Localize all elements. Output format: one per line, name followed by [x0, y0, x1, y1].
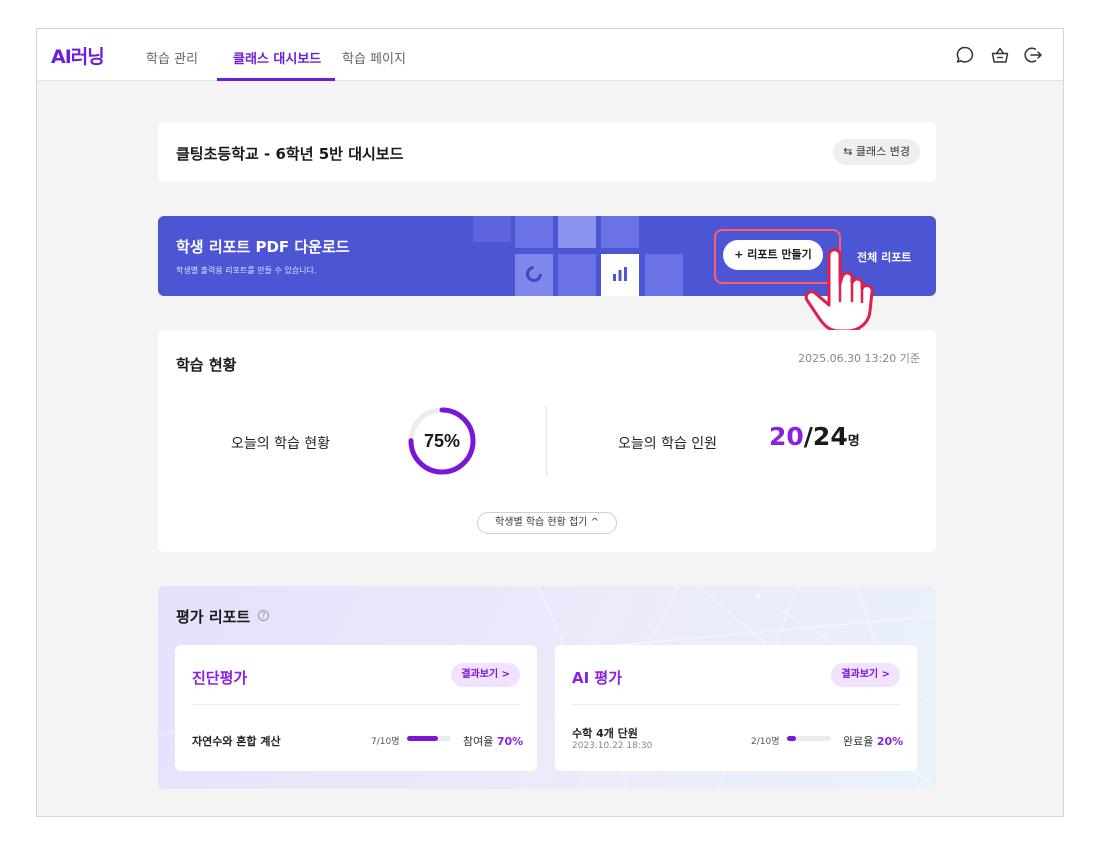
today-study-label: 오늘의 학습 현황	[231, 436, 331, 452]
top-nav: AI러닝 학습 관리 클래스 대시보드 학습 페이지	[37, 29, 1063, 81]
status-timestamp: 2025.06.30 13:20 기준	[798, 352, 920, 365]
ai-eval-card: AI 평가 결과보기 > 수학 4개 단원 2023.10.22 18:30 2…	[555, 645, 917, 771]
decor-tile	[558, 216, 596, 248]
decor-tile	[515, 216, 553, 248]
rate-value: 70%	[496, 735, 524, 748]
today-people-label: 오늘의 학습 인원	[618, 436, 718, 452]
card-divider	[192, 704, 520, 705]
participation-fraction: 7/10명	[371, 737, 400, 747]
completion-bar-fill	[787, 736, 796, 741]
decor-tile	[645, 254, 683, 296]
tab-class-dashboard[interactable]: 클래스 대시보드	[233, 48, 321, 67]
logo[interactable]: AI러닝	[51, 42, 105, 69]
chat-icon[interactable]	[954, 44, 976, 66]
class-change-button[interactable]: ⇆ 클래스 변경	[833, 139, 920, 165]
evaluation-report-title: 평가 리포트	[176, 608, 251, 626]
rate-label: 참여율	[463, 735, 494, 748]
people-unit: 명	[847, 434, 860, 449]
study-status-card: 학습 현황 2025.06.30 13:20 기준 오늘의 학습 현황 75% …	[158, 330, 936, 552]
eval-item-date: 2023.10.22 18:30	[572, 741, 653, 751]
view-result-button[interactable]: 결과보기 >	[451, 663, 520, 687]
people-current: 20	[769, 422, 804, 451]
participation-bar	[407, 736, 451, 741]
stat-divider	[546, 406, 547, 476]
decor-tile	[473, 216, 511, 242]
tab-study-management[interactable]: 학습 관리	[146, 48, 198, 67]
banner-subtitle: 학생별 출력용 리포트를 만들 수 있습니다.	[176, 266, 317, 275]
completion-bar	[787, 736, 831, 741]
card-divider	[572, 704, 900, 705]
people-total: /24	[803, 422, 848, 451]
people-count: 20/24명	[769, 422, 860, 451]
rate-label: 완료율	[843, 735, 874, 748]
progress-ring: 75%	[408, 407, 476, 475]
logout-icon[interactable]	[1022, 44, 1044, 66]
school-header-card: 클팅초등학교 - 6학년 5반 대시보드 ⇆ 클래스 변경	[158, 122, 936, 182]
eval-item-label: 자연수와 혼합 계산	[192, 735, 281, 748]
bar-chart-icon	[613, 267, 627, 281]
tab-study-page[interactable]: 학습 페이지	[342, 48, 406, 67]
eval-card-title: 진단평가	[192, 669, 248, 687]
collapse-student-status-button[interactable]: 학생별 학습 현황 접기 ^	[477, 512, 617, 534]
donut-chart-icon	[526, 266, 542, 282]
help-icon[interactable]: ?	[258, 610, 269, 621]
eval-card-title: AI 평가	[572, 669, 623, 687]
banner-title: 학생 리포트 PDF 다운로드	[176, 238, 350, 256]
progress-percent: 75%	[424, 431, 460, 451]
completion-rate: 완료율 20%	[843, 733, 903, 749]
rate-value: 20%	[876, 735, 904, 748]
view-result-button[interactable]: 결과보기 >	[831, 663, 900, 687]
active-tab-indicator	[217, 78, 335, 81]
page-title: 클팅초등학교 - 6학년 5반 대시보드	[176, 145, 404, 163]
app-frame: AI러닝 학습 관리 클래스 대시보드 학습 페이지 클팅초등학교 - 6학년 …	[36, 28, 1064, 817]
participation-bar-fill	[407, 736, 438, 741]
decor-tile	[601, 216, 639, 248]
completion-fraction: 2/10명	[751, 737, 780, 747]
diagnostic-eval-card: 진단평가 결과보기 > 자연수와 혼합 계산 7/10명 참여율 70%	[175, 645, 537, 771]
decor-tile	[558, 254, 596, 296]
participation-rate: 참여율 70%	[463, 733, 523, 749]
basket-icon[interactable]	[989, 44, 1011, 66]
study-status-title: 학습 현황	[176, 356, 237, 374]
evaluation-report-section: 평가 리포트 ? 진단평가 결과보기 > 자연수와 혼합 계산 7/10명 참여…	[158, 586, 936, 789]
eval-item-label: 수학 4개 단원	[572, 727, 638, 740]
